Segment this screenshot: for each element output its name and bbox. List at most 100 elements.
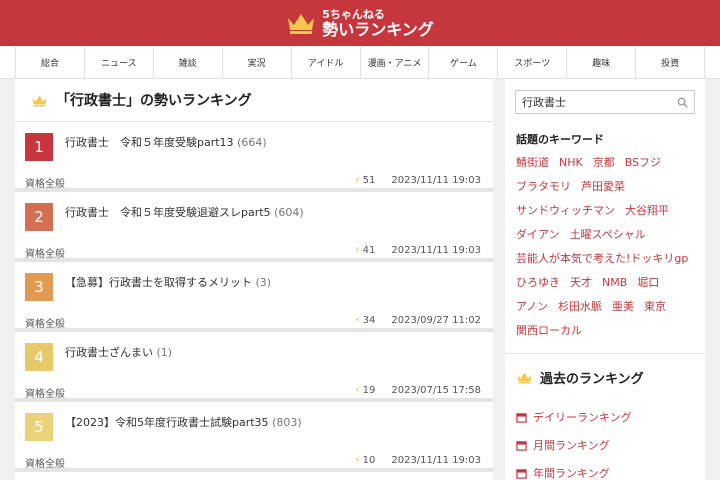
yearly-ranking-link[interactable]: 年間ランキング [516,459,705,480]
timestamp: 2023/11/11 19:03 [391,175,481,186]
post-count: (3) [255,276,272,289]
logo-subtitle: 5ちゃんねる [322,7,385,21]
timestamp: 2023/07/15 17:58 [391,385,481,396]
ranking-item[interactable]: 4 行政書士ざんまい (1) 資格全般 ⚡ 19 2023/07/15 17:58 [15,332,493,402]
nav-item-game[interactable]: ゲーム [428,46,497,78]
rank-badge: 2 [25,203,53,231]
keyword-link[interactable]: 芦田愛菜 [581,179,625,195]
thread-title: 【2023】令和5年度行政書士試験part35 [65,416,269,429]
keyword-link[interactable]: ダイアン [516,227,560,243]
logo-title: 勢いランキング [322,19,434,39]
nav-item-sports[interactable]: スポーツ [497,46,566,78]
category-label[interactable]: 資格全般 [25,245,65,260]
category-label[interactable]: 資格全般 [25,455,65,470]
keyword-link[interactable]: 亜美 [612,299,634,315]
post-count: (604) [274,206,304,219]
crown-icon [288,14,315,34]
thread-title: 【急募】行政書士を取得するメリット [65,276,252,289]
keyword-link[interactable]: 土曜スペシャル [570,227,646,243]
nav-item-sougou[interactable]: 総合 [15,46,84,78]
page-title: 「行政書士」の勢いランキング [56,93,252,109]
thread-title-link[interactable]: 【2023】令和5年度行政書士試験part35 (803) [65,414,302,430]
bolt-icon: ⚡ [354,176,361,186]
keyword-link[interactable]: NHK [559,155,583,171]
calendar-icon [516,468,527,479]
post-count: (803) [272,416,302,429]
past-ranking-header: 過去のランキング [505,354,705,387]
nav-item-investment[interactable]: 投資 [635,46,706,78]
past-item-label: 月間ランキング [533,439,610,452]
rank-badge: 5 [25,413,53,441]
momentum-value: 41 [362,245,376,256]
past-item-label: デイリーランキング [533,411,632,424]
keyword-link[interactable]: ひろゆき [516,275,560,291]
bolt-icon: ⚡ [354,456,361,466]
category-label[interactable]: 資格全般 [25,385,65,400]
timestamp: 2023/11/11 19:03 [391,245,481,256]
keyword-link[interactable]: 大谷翔平 [625,203,669,219]
thread-title-link[interactable]: 行政書士 令和５年度受験part13 (664) [65,134,267,150]
momentum-value: 10 [362,455,376,466]
keyword-link[interactable]: 堀口 [637,275,659,291]
nav-item-idol[interactable]: アイドル [290,46,360,78]
search-input[interactable] [522,95,677,109]
thread-title: 行政書士ざんまい [65,346,153,359]
timestamp: 2023/11/11 19:03 [391,455,481,466]
crown-icon [517,372,532,384]
timestamp: 2023/09/27 11:02 [391,315,481,326]
thread-title: 行政書士 令和５年度受験part13 [65,136,234,149]
rank-badge: 3 [25,273,53,301]
search-box [515,90,695,114]
ranking-panel: 「行政書士」の勢いランキング 1 行政書士 令和５年度受験part13 (664… [15,79,493,480]
ranking-item[interactable]: 1 行政書士 令和５年度受験part13 (664) 資格全般 ⚡ 51 2023/… [15,122,493,192]
nav-item-manga-anime[interactable]: 漫画・アニメ [359,46,429,78]
monthly-ranking-link[interactable]: 月間ランキング [516,431,705,459]
nav-item-hobby[interactable]: 趣味 [566,46,635,78]
ranking-header: 「行政書士」の勢いランキング [15,79,493,122]
ranking-item[interactable]: 5 【2023】令和5年度行政書士試験part35 (803) 資格全般 ⚡ 10… [15,402,493,472]
keyword-link[interactable]: 天才 [570,275,592,291]
category-label[interactable]: 資格全般 [25,175,65,190]
past-item-label: 年間ランキング [533,467,610,480]
calendar-icon [516,440,527,451]
past-ranking-title: 過去のランキング [540,372,644,387]
keyword-link[interactable]: BSフジ [625,155,661,171]
category-label[interactable]: 資格全般 [25,315,65,330]
rank-badge: 1 [25,133,53,161]
thread-title: 行政書士 令和５年度受験退避スレpart5 [65,206,271,219]
keyword-link[interactable]: 東京 [644,299,666,315]
nav-item-jikkyou[interactable]: 実況 [221,46,291,78]
thread-title-link[interactable]: 行政書士 令和５年度受験退避スレpart5 (604) [65,204,304,220]
bolt-icon: ⚡ [354,246,361,256]
nav-item-zatsudan[interactable]: 雑談 [152,46,222,78]
ranking-item[interactable]: 2 行政書士 令和５年度受験退避スレpart5 (604) 資格全般 ⚡ 41 20… [15,192,493,262]
sidebar: 話題のキーワード 鯖街道 NHK 京都 BSフジ ブラタモリ 芦田愛菜 サンドウ… [505,79,705,480]
keyword-link[interactable]: アノン [516,299,548,315]
bolt-icon: ⚡ [354,386,361,396]
calendar-icon [516,412,527,423]
bolt-icon: ⚡ [354,316,361,326]
keyword-link[interactable]: サンドウィッチマン [516,203,615,219]
daily-ranking-link[interactable]: デイリーランキング [516,403,705,431]
thread-title-link[interactable]: 【急募】行政書士を取得するメリット (3) [65,274,271,290]
category-nav: 総合 ニュース 雑談 実況 アイドル 漫画・アニメ ゲーム スポーツ 趣味 投資 [0,46,720,79]
site-logo[interactable]: 5ちゃんねる 勢いランキング [286,9,434,38]
momentum-value: 51 [362,175,376,186]
keyword-link[interactable]: NMB [602,275,627,291]
keyword-link[interactable]: 鯖街道 [516,155,549,171]
keyword-link[interactable]: 杉田水脈 [558,299,602,315]
site-header: 5ちゃんねる 勢いランキング [0,0,720,46]
keyword-link[interactable]: 京都 [593,155,615,171]
keyword-list: 鯖街道 NHK 京都 BSフジ ブラタモリ 芦田愛菜 サンドウィッチマン 大谷翔… [505,147,705,339]
keyword-link[interactable]: 関西ローカル [516,323,582,339]
rank-badge: 4 [25,343,53,371]
keyword-link[interactable]: 芸能人が本気で考えた!ドッキリgp [516,251,688,267]
past-ranking-list: デイリーランキング 月間ランキング 年間ランキング [505,387,705,480]
momentum-value: 19 [362,385,376,396]
momentum-value: 34 [362,315,376,326]
search-icon[interactable] [677,97,688,108]
ranking-item[interactable]: 3 【急募】行政書士を取得するメリット (3) 資格全般 ⚡ 34 2023/09/… [15,262,493,332]
nav-item-news[interactable]: ニュース [83,46,153,78]
keyword-link[interactable]: ブラタモリ [516,179,571,195]
thread-title-link[interactable]: 行政書士ざんまい (1) [65,344,172,360]
